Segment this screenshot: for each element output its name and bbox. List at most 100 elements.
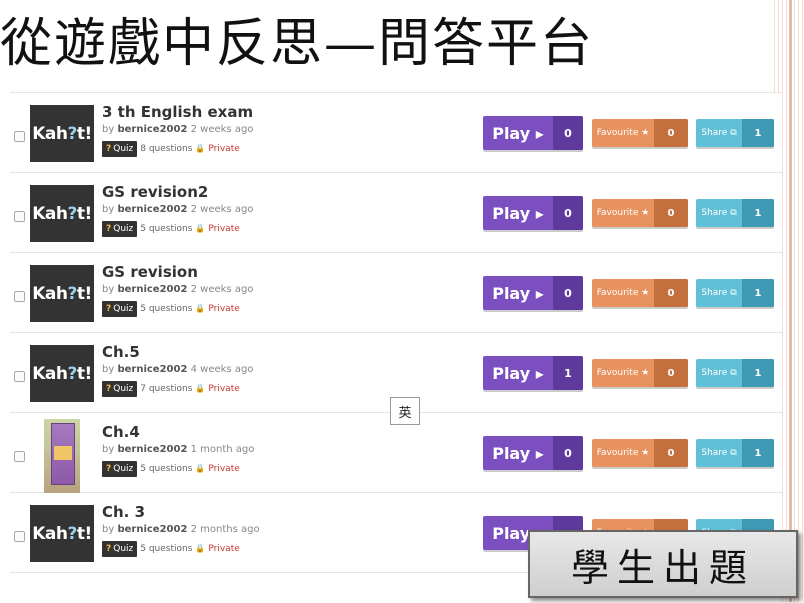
favourite-button[interactable]: Favourite ★ 0 <box>592 279 688 307</box>
author-link[interactable]: bernice2002 <box>117 524 187 535</box>
age-text: 2 months ago <box>190 524 260 535</box>
author-link[interactable]: bernice2002 <box>117 204 187 215</box>
favourite-count: 0 <box>654 199 688 227</box>
row-checkbox[interactable] <box>14 291 25 302</box>
author-link[interactable]: bernice2002 <box>117 444 187 455</box>
kahoot-logo[interactable]: Kah? t! <box>30 345 94 402</box>
kahoot-info: Ch. 3 by bernice2002 2 months ago ? Quiz … <box>102 503 260 557</box>
kahoot-byline: by bernice2002 2 weeks ago <box>102 123 253 137</box>
favourite-label: Favourite ★ <box>596 448 650 458</box>
kahoot-title[interactable]: Ch.4 <box>102 423 254 441</box>
by-label: by <box>102 124 115 135</box>
kahoot-title[interactable]: GS revision <box>102 263 253 281</box>
kahoot-logo[interactable]: Kah? t! <box>30 185 94 242</box>
slide-decoration-accent <box>789 0 792 602</box>
kahoot-meta: ? Quiz 8 questions 🔒 Private <box>102 141 253 157</box>
favourite-label: Favourite ★ <box>596 208 650 218</box>
visibility-label: Private <box>208 144 240 154</box>
play-button[interactable]: Play ▸ 0 <box>483 196 583 230</box>
kahoot-logo[interactable]: Kah? t! <box>30 265 94 322</box>
author-link[interactable]: bernice2002 <box>117 364 187 375</box>
share-count: 1 <box>742 359 774 387</box>
kahoot-info: Ch.4 by bernice2002 1 month ago ? Quiz 5 … <box>102 423 254 477</box>
visibility-label: Private <box>208 224 240 234</box>
kahoot-title[interactable]: Ch.5 <box>102 343 253 361</box>
kahoot-row: Ch.4 by bernice2002 1 month ago ? Quiz 5 … <box>10 413 782 493</box>
visibility-label: Private <box>208 464 240 474</box>
share-count: 1 <box>742 119 774 147</box>
author-link[interactable]: bernice2002 <box>117 124 187 135</box>
age-text: 2 weeks ago <box>190 204 254 215</box>
lock-icon: 🔒 <box>195 304 206 313</box>
play-button[interactable]: Play ▸ 1 <box>483 356 583 390</box>
share-label: Share ⧉ <box>701 288 737 298</box>
kahoot-row: Kah? t! GS revision2 by bernice2002 2 wee… <box>10 173 782 253</box>
by-label: by <box>102 444 115 455</box>
question-count: 5 questions <box>140 304 193 314</box>
question-mark-icon: ? <box>106 224 112 234</box>
play-count: 0 <box>553 116 583 150</box>
question-count: 5 questions <box>140 224 193 234</box>
question-count: 7 questions <box>140 384 193 394</box>
favourite-count: 0 <box>654 279 688 307</box>
favourite-button[interactable]: Favourite ★ 0 <box>592 119 688 147</box>
row-checkbox[interactable] <box>14 131 25 142</box>
kahoot-byline: by bernice2002 1 month ago <box>102 443 254 457</box>
share-count: 1 <box>742 199 774 227</box>
visibility-label: Private <box>208 384 240 394</box>
kahoot-list: Kah? t! 3 th English exam by bernice2002 … <box>10 92 782 603</box>
question-mark-icon: ? <box>106 464 112 474</box>
share-label: Share ⧉ <box>701 368 737 378</box>
play-label: Play ▸ <box>492 443 544 463</box>
kahoot-meta: ? Quiz 5 questions 🔒 Private <box>102 461 254 477</box>
share-button[interactable]: Share ⧉ 1 <box>696 359 774 387</box>
kahoot-cover-image[interactable] <box>44 419 80 493</box>
kahoot-info: GS revision by bernice2002 2 weeks ago ?… <box>102 263 253 317</box>
age-text: 4 weeks ago <box>190 364 254 375</box>
author-link[interactable]: bernice2002 <box>117 284 187 295</box>
favourite-button[interactable]: Favourite ★ 0 <box>592 439 688 467</box>
kahoot-info: 3 th English exam by bernice2002 2 weeks… <box>102 103 253 157</box>
play-label: Play ▸ <box>492 123 544 143</box>
visibility-label: Private <box>208 304 240 314</box>
by-label: by <box>102 364 115 375</box>
by-label: by <box>102 204 115 215</box>
lock-icon: 🔒 <box>195 464 206 473</box>
share-button[interactable]: Share ⧉ 1 <box>696 279 774 307</box>
question-mark-icon: ? <box>106 544 112 554</box>
by-label: by <box>102 524 115 535</box>
kahoot-logo[interactable]: Kah? t! <box>30 105 94 162</box>
kahoot-meta: ? Quiz 5 questions 🔒 Private <box>102 221 253 237</box>
quiz-badge: ? Quiz <box>102 141 138 157</box>
lock-icon: 🔒 <box>195 544 206 553</box>
row-checkbox[interactable] <box>14 531 25 542</box>
kahoot-title[interactable]: Ch. 3 <box>102 503 260 521</box>
kahoot-meta: ? Quiz 7 questions 🔒 Private <box>102 381 253 397</box>
share-button[interactable]: Share ⧉ 1 <box>696 119 774 147</box>
row-checkbox[interactable] <box>14 371 25 382</box>
share-button[interactable]: Share ⧉ 1 <box>696 199 774 227</box>
kahoot-info: GS revision2 by bernice2002 2 weeks ago … <box>102 183 253 237</box>
favourite-button[interactable]: Favourite ★ 0 <box>592 199 688 227</box>
play-button[interactable]: Play ▸ 0 <box>483 436 583 470</box>
kahoot-logo[interactable]: Kah? t! <box>30 505 94 562</box>
play-button[interactable]: Play ▸ 0 <box>483 116 583 150</box>
favourite-label: Favourite ★ <box>596 368 650 378</box>
play-button[interactable]: Play ▸ 0 <box>483 276 583 310</box>
lock-icon: 🔒 <box>195 144 206 153</box>
share-button[interactable]: Share ⧉ 1 <box>696 439 774 467</box>
share-label: Share ⧉ <box>701 128 737 138</box>
kahoot-row: Kah? t! GS revision by bernice2002 2 week… <box>10 253 782 333</box>
question-mark-icon: ? <box>106 144 112 154</box>
favourite-button[interactable]: Favourite ★ 0 <box>592 359 688 387</box>
quiz-badge: ? Quiz <box>102 461 138 477</box>
kahoot-title[interactable]: 3 th English exam <box>102 103 253 121</box>
kahoot-byline: by bernice2002 4 weeks ago <box>102 363 253 377</box>
question-mark-icon: ? <box>106 304 112 314</box>
kahoot-meta: ? Quiz 5 questions 🔒 Private <box>102 301 253 317</box>
row-checkbox[interactable] <box>14 451 25 462</box>
kahoot-title[interactable]: GS revision2 <box>102 183 253 201</box>
age-text: 2 weeks ago <box>190 284 254 295</box>
share-count: 1 <box>742 439 774 467</box>
row-checkbox[interactable] <box>14 211 25 222</box>
